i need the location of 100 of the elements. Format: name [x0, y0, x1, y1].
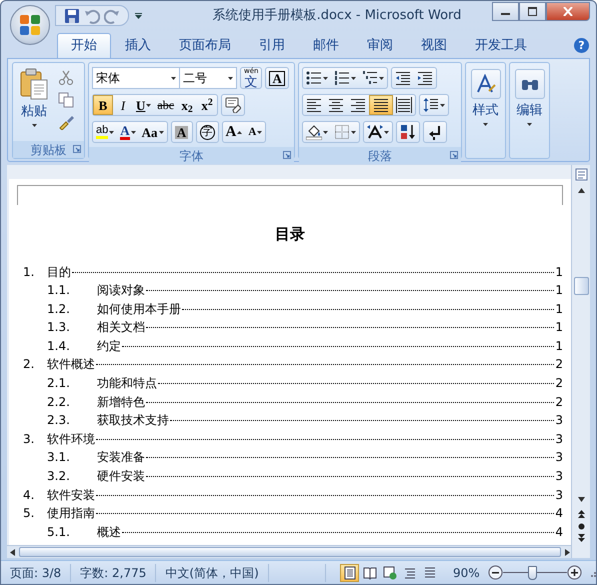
toc-entry[interactable]: 2. 软件概述 2	[17, 355, 563, 374]
ribbon-tab[interactable]: 审阅	[353, 33, 407, 58]
customize-toolbar-button[interactable]	[135, 12, 142, 18]
toc-entry[interactable]: 1.4. 约定 1	[17, 336, 563, 356]
sort-icon	[400, 124, 416, 140]
circle-icon	[578, 523, 584, 530]
caret-icon	[32, 124, 36, 126]
dialog-launcher-icon[interactable]	[283, 151, 291, 159]
next-page-button[interactable]	[576, 534, 586, 543]
caret-icon	[323, 76, 328, 80]
font-color-button[interactable]: A	[117, 122, 139, 142]
ribbon-tab[interactable]: 邮件	[299, 33, 353, 58]
ribbon-tab[interactable]: 页面布局	[165, 33, 245, 58]
caret-icon	[146, 104, 152, 106]
toc-entry[interactable]: 5.1. 概述 4	[17, 522, 563, 542]
slider-thumb[interactable]	[528, 566, 537, 580]
window-title: 系统使用手册模板.docx - Microsoft Word	[212, 6, 462, 25]
ribbon-tab[interactable]: 引用	[245, 33, 299, 58]
caret-icon	[228, 76, 233, 80]
page-indicator[interactable]: 页面: 3/8	[1, 564, 72, 582]
lines-icon	[422, 566, 437, 580]
numbered-list-icon	[334, 70, 350, 86]
previous-page-button[interactable]	[576, 510, 586, 519]
ribbon-tab[interactable]: 插入	[111, 33, 165, 58]
group-label: 剪贴板	[30, 142, 66, 158]
caret-icon	[130, 130, 136, 134]
multilevel-list-icon	[362, 70, 378, 86]
minus-icon	[488, 565, 503, 580]
ribbon-tab[interactable]: 视图	[407, 33, 461, 58]
bold-button[interactable]: B	[93, 95, 113, 115]
paste-button[interactable]: 粘贴	[16, 66, 52, 138]
shrink-font-button[interactable]: A	[245, 122, 266, 142]
grow-font-button[interactable]: A	[222, 122, 246, 142]
align-left-icon	[306, 97, 322, 113]
undo-icon	[84, 8, 100, 24]
document-heading: 目录	[274, 224, 306, 245]
paint-bucket-icon	[306, 124, 322, 140]
toc-entry[interactable]: 2.2. 新增特色 2	[17, 392, 563, 412]
align-right-icon	[350, 97, 366, 113]
toc-entry[interactable]: 1. 目的 1	[17, 262, 563, 282]
font-size-dropdown[interactable]: 二号	[180, 67, 237, 89]
zoom-level[interactable]: 90%	[453, 564, 480, 582]
decrease-indent-icon	[395, 70, 411, 86]
print-layout-button[interactable]	[340, 564, 360, 582]
toc-entry[interactable]: 4. 软件安装 3	[17, 486, 563, 504]
ribbon-tab[interactable]: 开始	[57, 33, 111, 58]
view-ruler-button[interactable]	[574, 168, 588, 181]
italic-button[interactable]: I	[113, 95, 133, 115]
language-indicator[interactable]: 中文(简体，中国)	[156, 564, 269, 582]
maximize-button[interactable]	[519, 2, 546, 21]
double-up-arrow-icon	[576, 510, 586, 519]
ribbon-tab[interactable]: 开发工具	[461, 33, 541, 58]
toc-entry[interactable]: 3.1. 安装准备 3	[17, 448, 563, 468]
dialog-launcher-icon[interactable]	[450, 151, 458, 159]
character-shading-button[interactable]: A	[172, 122, 192, 142]
zoom-out-button[interactable]	[488, 565, 503, 580]
double-down-arrow-icon	[576, 534, 586, 543]
copy-icon	[58, 92, 74, 108]
browse-object-button[interactable]	[578, 523, 584, 530]
office-button[interactable]	[10, 5, 50, 45]
toc-entry[interactable]: 5. 使用指南 4	[17, 504, 563, 523]
caret-icon	[440, 104, 445, 106]
caret-icon	[351, 130, 356, 134]
distributed-button[interactable]	[393, 95, 415, 115]
scroll-thumb[interactable]	[574, 277, 588, 295]
superscript-button[interactable]: x$^{2}$	[197, 95, 218, 115]
zoom-slider[interactable]	[502, 564, 567, 580]
underline-button[interactable]: U	[133, 95, 154, 115]
redo-icon	[104, 8, 120, 24]
help-button[interactable]: ?	[574, 38, 589, 53]
zoom-in-button[interactable]	[567, 565, 582, 580]
toc-entry[interactable]: 1.3. 相关文档 1	[17, 318, 563, 337]
close-icon	[563, 7, 573, 16]
scroll-thumb[interactable]	[19, 547, 561, 557]
down-caret-icon	[257, 130, 262, 134]
align-center-icon	[328, 97, 344, 113]
scissors-icon	[58, 70, 74, 86]
save-button[interactable]	[64, 8, 80, 24]
close-button[interactable]	[546, 2, 590, 21]
bulleted-list-icon	[306, 70, 322, 86]
font-name-dropdown[interactable]: 宋体	[92, 67, 180, 89]
toc-entry[interactable]: 1.1. 阅读对象 1	[17, 281, 563, 300]
caret-icon	[483, 122, 488, 126]
toc-entry[interactable]: 3. 软件环境 3	[17, 430, 563, 448]
toc-entry[interactable]: 3.2. 硬件安装 3	[17, 467, 563, 486]
toc-entry[interactable]: 2.1. 功能和特点 2	[17, 374, 563, 393]
subscript-button[interactable]: x$_{2}$	[177, 95, 198, 115]
dialog-launcher-icon[interactable]	[73, 145, 81, 153]
caret-icon	[109, 130, 114, 134]
highlight-button[interactable]: ab	[93, 122, 118, 142]
toc-entry[interactable]: 2.3. 获取技术支持 3	[17, 411, 563, 430]
justify-button[interactable]	[369, 95, 393, 115]
toc-entry[interactable]: 1.2. 如何使用本手册 1	[17, 300, 563, 318]
minimize-button[interactable]	[492, 2, 519, 21]
strikethrough-button[interactable]: abc	[154, 95, 178, 115]
change-case-button[interactable]: Aa	[138, 122, 167, 142]
increase-indent-icon	[417, 70, 433, 86]
word-count[interactable]: 字数: 2,775	[71, 564, 156, 582]
paragraph-mark-icon	[427, 124, 443, 140]
text-layout-icon	[367, 124, 383, 140]
